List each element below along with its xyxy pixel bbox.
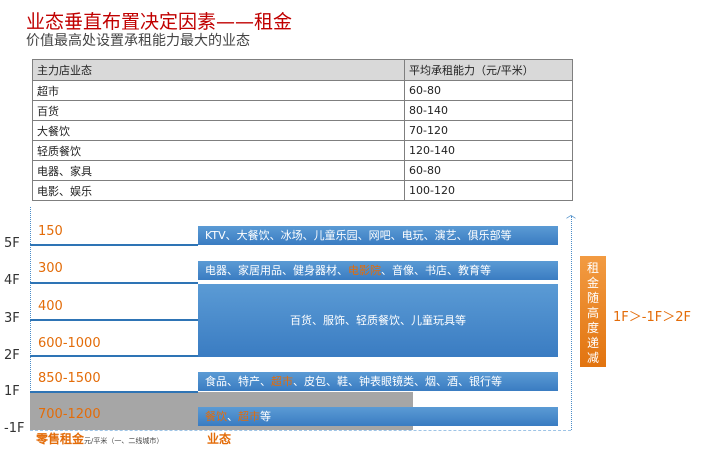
- rent-decrease-label: 租 金 随 高 度 递 减: [580, 256, 606, 367]
- side-char: 随: [586, 291, 599, 305]
- rent-capacity-table: 主力店业态 平均承租能力（元/平米） 超市 60-80 百货 80-140 大餐…: [32, 59, 573, 201]
- side-char: 金: [586, 276, 599, 290]
- bar-highlight: 餐饮: [205, 410, 227, 423]
- table-cell: 60-80: [404, 160, 573, 181]
- floor-label-1f: 1F: [4, 384, 20, 399]
- table-cell: 轻质餐饮: [32, 140, 405, 161]
- table-row: 电影、娱乐 100-120: [32, 180, 573, 201]
- table-row: 百货 80-140: [32, 100, 573, 121]
- floor-comparison: 1F＞-1F＞2F: [613, 310, 691, 325]
- table-cell: 百货: [32, 100, 405, 121]
- tenant-bar-5f: KTV、大餐饮、冰场、儿童乐园、网吧、电玩、演艺、俱乐部等: [198, 226, 558, 245]
- floor-divider: [30, 355, 198, 357]
- rent-value-b1: 700-1200: [38, 407, 101, 422]
- table-cell: 70-120: [404, 120, 573, 141]
- side-char: 租: [586, 261, 599, 275]
- floor-divider: [30, 244, 198, 246]
- floor-label-3f: 3F: [4, 311, 20, 326]
- rent-value-4f: 300: [38, 261, 63, 276]
- table-header-cell: 平均承租能力（元/平米）: [404, 59, 573, 81]
- side-char: 递: [586, 336, 599, 350]
- table-cell: 100-120: [404, 180, 573, 201]
- table-row: 电器、家具 60-80: [32, 160, 573, 181]
- floor-label-4f: 4F: [4, 273, 20, 288]
- page-subtitle: 价值最高处设置承租能力最大的业态: [26, 33, 250, 49]
- rent-value-5f: 150: [38, 224, 63, 239]
- bar-text: 等: [260, 410, 271, 423]
- tenant-bar-2f-3f: 百货、服饰、轻质餐饮、儿童玩具等: [198, 284, 558, 357]
- table-cell: 60-80: [404, 80, 573, 101]
- up-arrow-icon: ︿: [566, 210, 576, 221]
- retail-rent-unit: 元/平米（一、二线城市）: [84, 437, 164, 445]
- tenant-bar-4f: 电器、家居用品、健身器材、电影院、音像、书店、教育等: [198, 261, 558, 280]
- side-char: 度: [586, 321, 599, 335]
- table-row: 超市 60-80: [32, 80, 573, 101]
- rent-value-3f: 400: [38, 299, 63, 314]
- table-cell: 电器、家具: [32, 160, 405, 181]
- floor-divider: [30, 319, 198, 321]
- tenant-bar-b1: 餐饮、超市等: [198, 407, 558, 426]
- business-type-label: 业态: [207, 432, 232, 446]
- table-cell: 80-140: [404, 100, 573, 121]
- bar-text: 、: [227, 410, 238, 423]
- table-row: 轻质餐饮 120-140: [32, 140, 573, 161]
- side-char: 减: [586, 351, 599, 365]
- bar-text: 、皮包、鞋、钟表眼镜类、烟、酒、银行等: [293, 375, 502, 388]
- table-cell: 超市: [32, 80, 405, 101]
- bar-highlight: 电影院: [348, 264, 381, 277]
- floor-divider: [30, 282, 198, 284]
- table-row: 大餐饮 70-120: [32, 120, 573, 141]
- retail-rent-label: 零售租金元/平米（一、二线城市）: [36, 430, 163, 447]
- rent-value-2f: 600-1000: [38, 336, 101, 351]
- bar-highlight: 超市: [271, 375, 293, 388]
- table-cell: 大餐饮: [32, 120, 405, 141]
- retail-rent-text: 零售租金: [36, 432, 85, 446]
- table-header-row: 主力店业态 平均承租能力（元/平米）: [32, 59, 573, 81]
- right-dotted-guide: [571, 216, 572, 430]
- side-char: 高: [586, 306, 599, 320]
- bar-highlight: 超市: [238, 410, 260, 423]
- table-cell: 电影、娱乐: [32, 180, 405, 201]
- bar-text: 、音像、书店、教育等: [381, 264, 491, 277]
- table-header-cell: 主力店业态: [32, 59, 405, 81]
- table-cell: 120-140: [404, 140, 573, 161]
- floor-label-5f: 5F: [4, 236, 20, 251]
- bar-text: 食品、特产、: [205, 375, 271, 388]
- tenant-bar-1f: 食品、特产、超市、皮包、鞋、钟表眼镜类、烟、酒、银行等: [198, 372, 558, 391]
- bar-text: 电器、家居用品、健身器材、: [205, 264, 348, 277]
- floor-label-2f: 2F: [4, 348, 20, 363]
- floor-divider: [30, 391, 198, 393]
- rent-value-1f: 850-1500: [38, 371, 101, 386]
- floor-label-b1: -1F: [4, 421, 25, 436]
